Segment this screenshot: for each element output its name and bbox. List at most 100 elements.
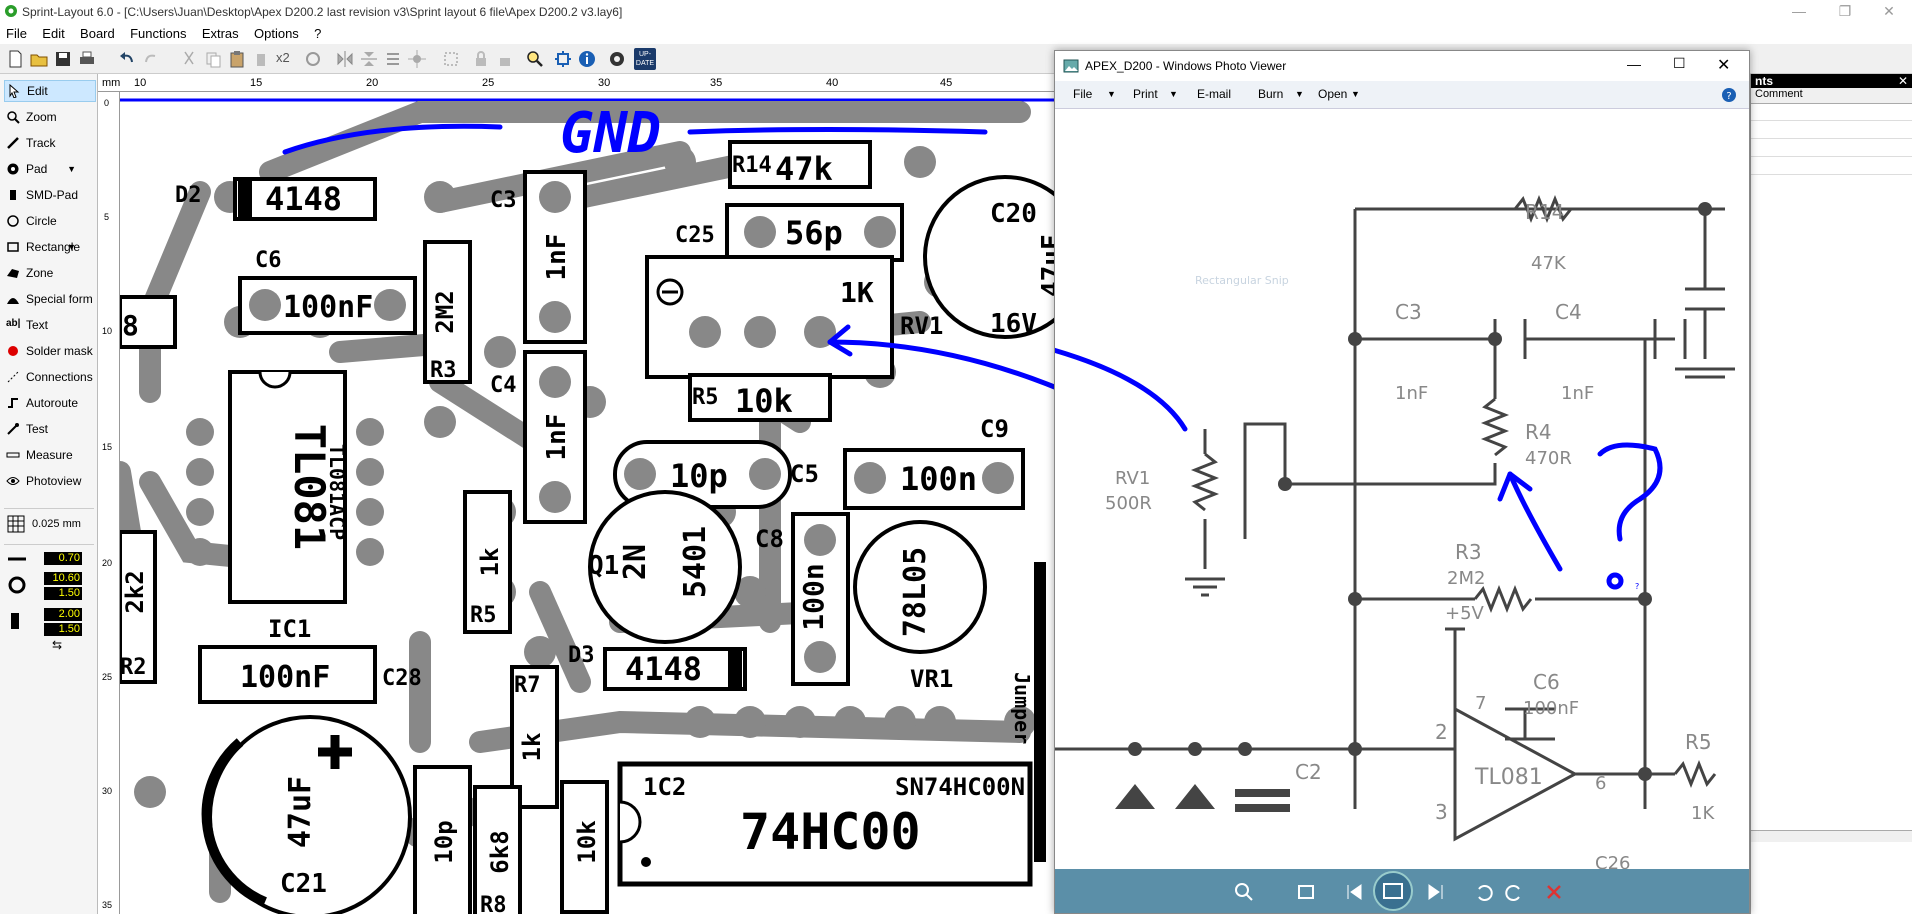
menu-help[interactable]: ?: [308, 24, 327, 43]
search-icon[interactable]: [524, 48, 546, 70]
component-q1[interactable]: Q1 2N 5401: [588, 490, 742, 644]
menu-extras[interactable]: Extras: [196, 24, 245, 43]
smd-width-field[interactable]: 2.00: [44, 608, 82, 621]
component-r3[interactable]: 2M2 R3: [423, 240, 472, 384]
rotate-icon[interactable]: [302, 48, 324, 70]
pcb-layout[interactable]: D2 4148 C3 1nF R14 47k C25 56p C20 47uF …: [120, 92, 1058, 914]
group-icon[interactable]: [440, 48, 462, 70]
rotate-left-icon[interactable]: [1473, 881, 1495, 903]
tool-measure[interactable]: Measure: [4, 444, 96, 466]
save-icon[interactable]: [52, 48, 74, 70]
delete-icon[interactable]: [1543, 881, 1565, 903]
menu-edit[interactable]: Edit: [36, 24, 70, 43]
duplicate-button[interactable]: x2: [276, 50, 298, 72]
dropdown-arrow-icon[interactable]: ▼: [1107, 89, 1116, 99]
update-button[interactable]: UP-DATE: [634, 48, 656, 70]
tool-rectangle[interactable]: Rectangle ▼: [4, 236, 96, 258]
pv-maximize-button[interactable]: ☐: [1673, 55, 1686, 72]
component-ic1[interactable]: TL081 TL081ACP IC1: [228, 370, 349, 643]
print-icon[interactable]: [76, 48, 98, 70]
dropdown-arrow-icon[interactable]: ▼: [67, 242, 76, 252]
menu-file[interactable]: File: [0, 24, 33, 43]
new-file-icon[interactable]: [4, 48, 26, 70]
info-icon[interactable]: [576, 48, 598, 70]
tool-pad[interactable]: Pad ▼: [4, 158, 96, 180]
cut-icon[interactable]: [178, 48, 200, 70]
align-icon[interactable]: [382, 48, 404, 70]
component-c6[interactable]: C6 100nF: [238, 248, 417, 335]
tool-track[interactable]: Track: [4, 132, 96, 154]
component-ic2[interactable]: 1C2 SN74HC00N 74HC00: [617, 761, 1033, 887]
component-r5[interactable]: R5 10k: [688, 373, 832, 422]
tool-autoroute[interactable]: Autoroute: [4, 392, 96, 414]
lock-icon[interactable]: [470, 48, 492, 70]
component-icon[interactable]: [552, 48, 574, 70]
menu-options[interactable]: Options: [248, 24, 305, 43]
swap-icon[interactable]: ⇆: [52, 638, 62, 652]
component-c28[interactable]: 100nF C28: [198, 645, 422, 704]
redo-icon[interactable]: [140, 48, 162, 70]
menu-functions[interactable]: Functions: [124, 24, 192, 43]
close-button[interactable]: ✕: [1866, 0, 1912, 24]
smd-height-field[interactable]: 1.50: [44, 623, 82, 636]
pv-close-button[interactable]: ✕: [1717, 55, 1730, 75]
component-d3[interactable]: D3 4148: [568, 643, 747, 691]
component-c21[interactable]: 47uF C21: [201, 715, 412, 914]
component-c20[interactable]: C20 47uF 16V: [923, 175, 1058, 339]
photo-viewer-image[interactable]: R14 47K C3 1nF C4 1nF R4 470R RV1 500R R…: [1055, 109, 1749, 869]
copy-icon[interactable]: [202, 48, 224, 70]
column-header-comment[interactable]: Comment: [1751, 88, 1912, 104]
dropdown-arrow-icon[interactable]: ▼: [1351, 89, 1360, 99]
panel-close-icon[interactable]: ✕: [1898, 74, 1908, 88]
component-vr1[interactable]: 78L05 VR1: [853, 520, 987, 693]
previous-icon[interactable]: [1343, 881, 1365, 903]
pad-inner-field[interactable]: 1.50: [44, 587, 82, 600]
tool-connections[interactable]: Connections: [4, 366, 96, 388]
delete-icon[interactable]: [250, 48, 272, 70]
unlock-icon[interactable]: [494, 48, 516, 70]
pad-outer-field[interactable]: 10.60: [44, 572, 82, 585]
snap-icon[interactable]: [406, 48, 428, 70]
help-icon[interactable]: ?: [1721, 87, 1737, 103]
component-r5b[interactable]: 1k R5: [463, 490, 512, 634]
pcb-canvas[interactable]: D2 4148 C3 1nF R14 47k C25 56p C20 47uF …: [120, 92, 1058, 914]
settings-gear-icon[interactable]: [606, 48, 628, 70]
paste-icon[interactable]: [226, 48, 248, 70]
next-icon[interactable]: [1425, 881, 1447, 903]
pv-menu-print[interactable]: Print: [1133, 87, 1158, 101]
horizontal-scrollbar[interactable]: [1751, 830, 1912, 842]
tool-zoom[interactable]: Zoom: [4, 106, 96, 128]
dropdown-arrow-icon[interactable]: ▼: [1169, 89, 1178, 99]
minimize-button[interactable]: —: [1776, 0, 1822, 24]
tool-special-form[interactable]: Special form: [4, 288, 96, 310]
grid-size[interactable]: 0.025 mm: [32, 518, 81, 530]
dropdown-arrow-icon[interactable]: ▼: [1295, 89, 1304, 99]
tool-test[interactable]: Test: [4, 418, 96, 440]
actual-size-icon[interactable]: [1295, 881, 1317, 903]
tool-edit[interactable]: Edit: [4, 80, 96, 102]
component-c9[interactable]: C9 100n: [843, 415, 1025, 510]
tool-circle[interactable]: Circle: [4, 210, 96, 232]
dropdown-arrow-icon[interactable]: ▼: [67, 164, 76, 174]
mirror-vertical-icon[interactable]: [358, 48, 380, 70]
tool-solder-mask[interactable]: Solder mask: [4, 340, 96, 362]
component-r2[interactable]: 2k2 R2: [120, 530, 157, 684]
tool-smd-pad[interactable]: SMD-Pad: [4, 184, 96, 206]
component-r14[interactable]: R14 47k: [728, 140, 872, 189]
pv-menu-file[interactable]: File: [1073, 87, 1092, 101]
tool-zone[interactable]: Zone: [4, 262, 96, 284]
slideshow-button[interactable]: [1373, 871, 1413, 911]
rotate-right-icon[interactable]: [1503, 881, 1525, 903]
track-width-field[interactable]: 0.70: [44, 552, 82, 565]
component-c3[interactable]: C3 1nF: [490, 170, 587, 344]
pv-menu-open[interactable]: Open: [1318, 87, 1347, 101]
undo-icon[interactable]: [116, 48, 138, 70]
tool-photoview[interactable]: Photoview: [4, 470, 96, 492]
pv-menu-burn[interactable]: Burn: [1258, 87, 1283, 101]
pv-menu-email[interactable]: E-mail: [1197, 87, 1231, 101]
restore-button[interactable]: ❐: [1822, 0, 1868, 24]
open-folder-icon[interactable]: [28, 48, 50, 70]
zoom-icon[interactable]: [1233, 881, 1255, 903]
grid-icon[interactable]: [6, 514, 26, 534]
component-c25[interactable]: C25 56p: [675, 203, 904, 262]
